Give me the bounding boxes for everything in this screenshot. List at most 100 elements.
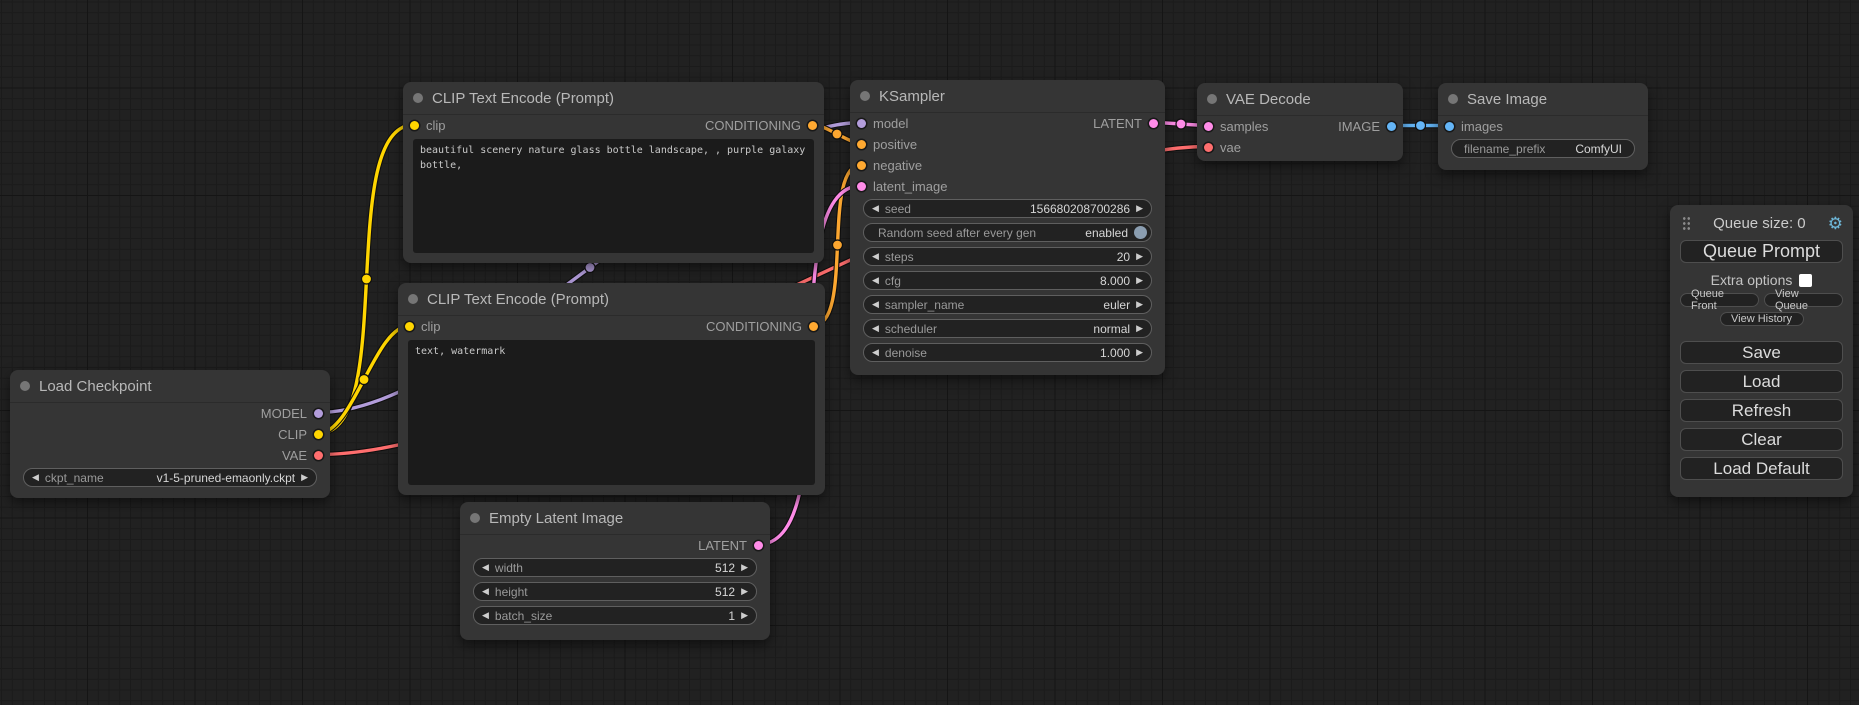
width-widget[interactable]: ◀width512▶ bbox=[473, 558, 757, 577]
latent-to-vae-decode-link-midpoint-dot bbox=[1176, 119, 1186, 129]
slot-row: latent_image bbox=[850, 176, 1165, 197]
extra-options-checkbox[interactable] bbox=[1799, 274, 1812, 287]
samples-input-slot: samples bbox=[1204, 119, 1268, 134]
widget-label: filename_prefix bbox=[1464, 142, 1545, 156]
drag-handle-icon[interactable] bbox=[1682, 216, 1691, 230]
CONDITIONING-output-port[interactable] bbox=[808, 121, 817, 130]
LATENT-output-port[interactable] bbox=[754, 541, 763, 550]
negative-input-port[interactable] bbox=[857, 161, 866, 170]
node-status-dot bbox=[20, 381, 30, 391]
gear-icon[interactable]: ⚙ bbox=[1828, 215, 1843, 232]
increment-arrow-icon[interactable]: ▶ bbox=[741, 611, 748, 620]
decrement-arrow-icon[interactable]: ◀ bbox=[872, 276, 879, 285]
clip-input-port[interactable] bbox=[405, 322, 414, 331]
input-slot-label: latent_image bbox=[873, 179, 947, 194]
decrement-arrow-icon[interactable]: ◀ bbox=[872, 252, 879, 261]
load-button[interactable]: Load bbox=[1680, 370, 1843, 393]
clear-button[interactable]: Clear bbox=[1680, 428, 1843, 451]
VAE-output-port[interactable] bbox=[314, 451, 323, 460]
decrement-arrow-icon[interactable]: ◀ bbox=[872, 324, 879, 333]
increment-arrow-icon[interactable]: ▶ bbox=[741, 563, 748, 572]
node-title-bar[interactable]: Empty Latent Image bbox=[460, 502, 770, 535]
batch_size-widget[interactable]: ◀batch_size1▶ bbox=[473, 606, 757, 625]
increment-arrow-icon[interactable]: ▶ bbox=[301, 473, 308, 482]
CLIP-output-port[interactable] bbox=[314, 430, 323, 439]
node-graph-canvas[interactable]: Load CheckpointMODELCLIPVAE ◀ckpt_namev1-… bbox=[0, 0, 1859, 705]
ckpt_name-widget[interactable]: ◀ckpt_namev1-5-pruned-emaonly.ckpt▶ bbox=[23, 468, 317, 487]
decrement-arrow-icon[interactable]: ◀ bbox=[482, 587, 489, 596]
slot-rows: images bbox=[1438, 116, 1648, 137]
decrement-arrow-icon[interactable]: ◀ bbox=[482, 611, 489, 620]
refresh-button[interactable]: Refresh bbox=[1680, 399, 1843, 422]
steps-widget[interactable]: ◀steps20▶ bbox=[863, 247, 1152, 266]
slot-rows: MODELCLIPVAE bbox=[10, 403, 330, 466]
node-title-bar[interactable]: Load Checkpoint bbox=[10, 370, 330, 403]
increment-arrow-icon[interactable]: ▶ bbox=[1136, 252, 1143, 261]
node-title-bar[interactable]: CLIP Text Encode (Prompt) bbox=[403, 82, 824, 115]
clip-to-positive-prompt-link-midpoint-dot bbox=[362, 274, 372, 284]
node-title-label: Save Image bbox=[1467, 91, 1547, 108]
scheduler-widget[interactable]: ◀schedulernormal▶ bbox=[863, 319, 1152, 338]
increment-arrow-icon[interactable]: ▶ bbox=[1136, 204, 1143, 213]
node-title-label: VAE Decode bbox=[1226, 91, 1311, 108]
node-status-dot bbox=[860, 91, 870, 101]
node-vae-decode[interactable]: VAE DecodesamplesIMAGEvae bbox=[1197, 83, 1403, 161]
view-history-button[interactable]: View History bbox=[1720, 312, 1804, 326]
node-ksampler[interactable]: KSamplermodelLATENTpositivenegativelaten… bbox=[850, 80, 1165, 375]
node-title-bar[interactable]: VAE Decode bbox=[1197, 83, 1403, 116]
extra-options-label: Extra options bbox=[1711, 272, 1793, 288]
node-empty-latent-image[interactable]: Empty Latent ImageLATENT◀width512▶◀heigh… bbox=[460, 502, 770, 640]
decrement-arrow-icon[interactable]: ◀ bbox=[482, 563, 489, 572]
prompt-textarea[interactable]: text, watermark bbox=[408, 340, 815, 485]
slot-rows: modelLATENTpositivenegativelatent_image bbox=[850, 113, 1165, 197]
sampler_name-widget[interactable]: ◀sampler_nameeuler▶ bbox=[863, 295, 1152, 314]
node-title-bar[interactable]: KSampler bbox=[850, 80, 1165, 113]
input-slot-label: positive bbox=[873, 137, 917, 152]
increment-arrow-icon[interactable]: ▶ bbox=[1136, 348, 1143, 357]
decrement-arrow-icon[interactable]: ◀ bbox=[872, 300, 879, 309]
seed-widget[interactable]: ◀seed156680208700286▶ bbox=[863, 199, 1152, 218]
increment-arrow-icon[interactable]: ▶ bbox=[741, 587, 748, 596]
node-load-checkpoint[interactable]: Load CheckpointMODELCLIPVAE ◀ckpt_namev1-… bbox=[10, 370, 330, 498]
node-clip-text-encode-negative[interactable]: CLIP Text Encode (Prompt)clipCONDITIONIN… bbox=[398, 283, 825, 495]
IMAGE-output-port[interactable] bbox=[1387, 122, 1396, 131]
node-status-dot bbox=[1448, 94, 1458, 104]
node-title-label: CLIP Text Encode (Prompt) bbox=[432, 90, 614, 107]
LATENT-output-port[interactable] bbox=[1149, 119, 1158, 128]
node-status-dot bbox=[1207, 94, 1217, 104]
height-widget[interactable]: ◀height512▶ bbox=[473, 582, 757, 601]
node-title-bar[interactable]: Save Image bbox=[1438, 83, 1648, 116]
prompt-textarea[interactable]: beautiful scenery nature glass bottle la… bbox=[413, 139, 814, 253]
increment-arrow-icon[interactable]: ▶ bbox=[1136, 276, 1143, 285]
cfg-widget[interactable]: ◀cfg8.000▶ bbox=[863, 271, 1152, 290]
view-queue-button[interactable]: View Queue bbox=[1764, 293, 1843, 307]
images-input-port[interactable] bbox=[1445, 122, 1454, 131]
latent_image-input-port[interactable] bbox=[857, 182, 866, 191]
filename_prefix-widget[interactable]: filename_prefixComfyUI bbox=[1451, 139, 1635, 158]
decrement-arrow-icon[interactable]: ◀ bbox=[872, 348, 879, 357]
queue-prompt-button[interactable]: Queue Prompt bbox=[1680, 240, 1843, 263]
increment-arrow-icon[interactable]: ▶ bbox=[1136, 324, 1143, 333]
Random seed after every gen-widget[interactable]: Random seed after every genenabled bbox=[863, 223, 1152, 242]
negative-input-slot: negative bbox=[857, 158, 922, 173]
model-input-port[interactable] bbox=[857, 119, 866, 128]
image-link-midpoint-dot bbox=[1416, 121, 1426, 131]
save-button[interactable]: Save bbox=[1680, 341, 1843, 364]
node-clip-text-encode-positive[interactable]: CLIP Text Encode (Prompt)clipCONDITIONIN… bbox=[403, 82, 824, 263]
decrement-arrow-icon[interactable]: ◀ bbox=[872, 204, 879, 213]
increment-arrow-icon[interactable]: ▶ bbox=[1136, 300, 1143, 309]
MODEL-output-port[interactable] bbox=[314, 409, 323, 418]
clip-input-port[interactable] bbox=[410, 121, 419, 130]
toggle-knob[interactable] bbox=[1134, 226, 1147, 239]
node-title-bar[interactable]: CLIP Text Encode (Prompt) bbox=[398, 283, 825, 316]
decrement-arrow-icon[interactable]: ◀ bbox=[32, 473, 39, 482]
queue-front-button[interactable]: Queue Front bbox=[1680, 293, 1759, 307]
denoise-widget[interactable]: ◀denoise1.000▶ bbox=[863, 343, 1152, 362]
node-save-image[interactable]: Save Image images filename_prefixComfyUI bbox=[1438, 83, 1648, 170]
model-link-midpoint-dot bbox=[585, 263, 595, 273]
load-default-button[interactable]: Load Default bbox=[1680, 457, 1843, 480]
positive-input-port[interactable] bbox=[857, 140, 866, 149]
samples-input-port[interactable] bbox=[1204, 122, 1213, 131]
vae-input-port[interactable] bbox=[1204, 143, 1213, 152]
CONDITIONING-output-port[interactable] bbox=[809, 322, 818, 331]
